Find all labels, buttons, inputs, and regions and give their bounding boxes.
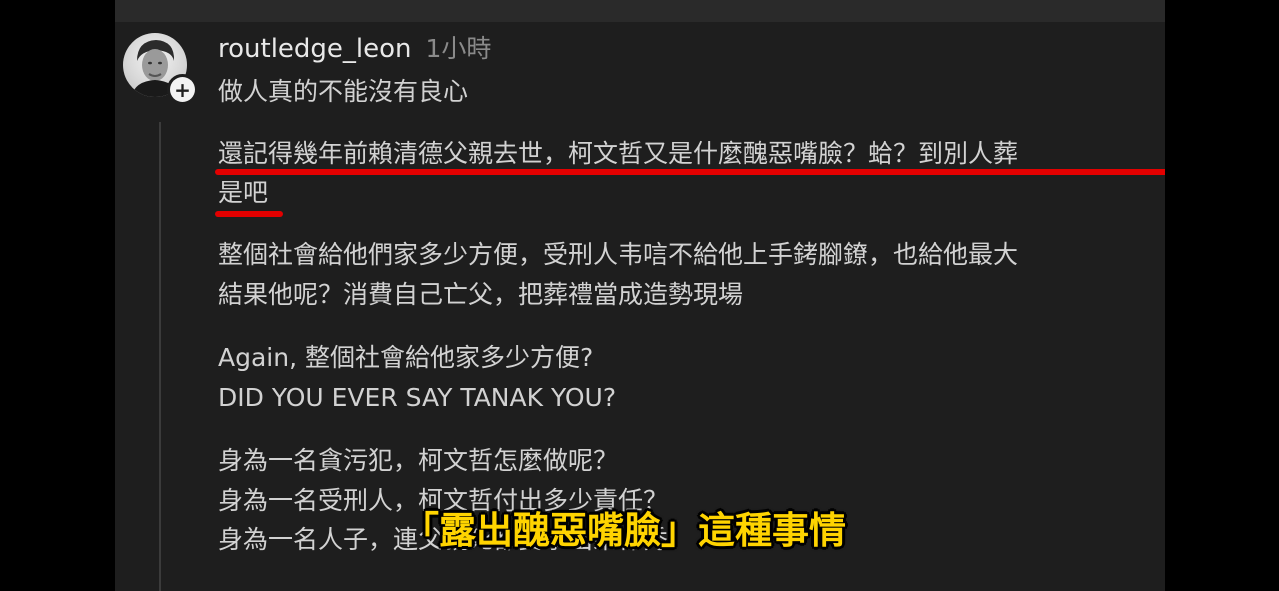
previous-comment-edge <box>115 0 1165 22</box>
follow-button[interactable]: + <box>167 74 198 105</box>
comment-line-2: 還記得幾年前賴清德父親去世，柯文哲又是什麼醜惡嘴臉？蛤？到別人葬 <box>218 139 1019 168</box>
comment-line-4: 整個社會給他們家多少方便，受刑人韦唁不給他上手銬腳鐐，也給他最大 <box>218 240 1019 269</box>
username[interactable]: routledge_leon <box>218 34 412 64</box>
comment-line-5: 結果他呢？消費自己亡父，把葬禮當成造勢現場 <box>218 280 744 309</box>
comment-line-7: DID YOU EVER SAY TANAK YOU? <box>218 383 617 412</box>
comment-line-8: 身為一名貪污犯，柯文哲怎麼做呢？ <box>218 446 619 475</box>
comment-line-3: 是吧 <box>218 178 269 207</box>
thread-line <box>159 122 161 591</box>
plus-icon: + <box>170 77 195 102</box>
video-frame: + routledge_leon 1小時 做人真的不能沒有良心 還記得幾年前賴清德… <box>0 0 1279 591</box>
video-subtitle: 「露出醜惡嘴臉」這種事情 <box>402 509 846 552</box>
highlight-underline <box>215 211 283 217</box>
comment-line-6: Again, 整個社會給他家多少方便? <box>218 343 594 372</box>
comment-line-1: 做人真的不能沒有良心 <box>218 77 469 106</box>
timestamp: 1小時 <box>425 34 492 63</box>
comment-header: routledge_leon 1小時 <box>218 29 491 65</box>
highlight-underline <box>215 169 1165 175</box>
